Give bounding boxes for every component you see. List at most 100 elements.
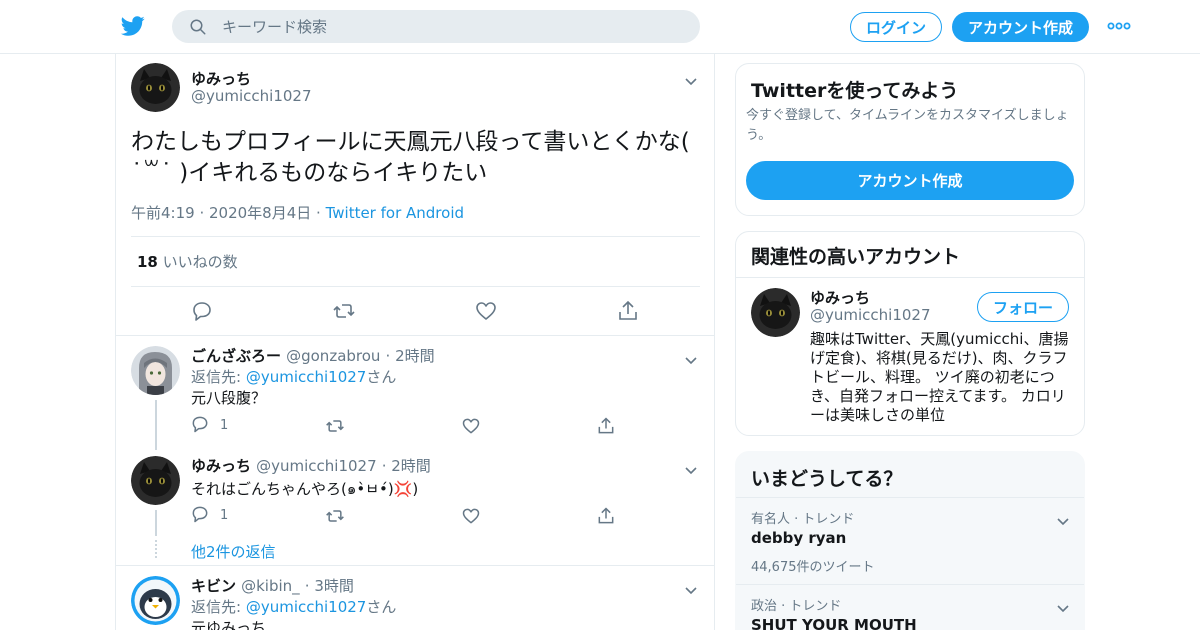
account-bio: 趣味はTwitter、天鳳(yumicchi、唐揚げ定食)、将棋(見るだけ)、肉…: [810, 330, 1069, 424]
reply-author-name[interactable]: キビン: [191, 577, 236, 595]
author-handle[interactable]: @yumicchi1027: [191, 87, 312, 105]
reply-header: ごんざぶろー @gonzabrou · 2時間: [191, 345, 435, 366]
card-subtitle: 今すぐ登録して、タイムラインをカスタマイズしましょう。: [746, 108, 1069, 143]
like-heart-icon[interactable]: [461, 506, 481, 526]
replying-to-handle[interactable]: @yumicchi1027: [246, 368, 367, 386]
signup-button[interactable]: アカウント作成: [952, 12, 1089, 42]
likes-count: 18: [137, 253, 158, 271]
divider: [131, 286, 700, 287]
replying-to-handle[interactable]: @yumicchi1027: [246, 598, 367, 616]
tweet-text: わたしもプロフィールに天鳳元八段って書いとくかな( ˙꒳˙ )イキれるものならイ…: [131, 129, 690, 186]
trends-card: いまどうしてる？ 有名人 · トレンド debby ryan 44,675件のツ…: [735, 451, 1085, 630]
tweet-time[interactable]: 午前4:19: [131, 204, 195, 222]
avatar[interactable]: [131, 456, 180, 505]
share-icon[interactable]: [616, 299, 640, 323]
like-heart-icon[interactable]: [474, 299, 498, 323]
reply-author-handle[interactable]: @yumicchi1027: [256, 457, 377, 475]
more-options-icon[interactable]: [1106, 16, 1132, 36]
share-icon[interactable]: [596, 416, 616, 436]
author-name[interactable]: ゆみっち: [191, 68, 251, 89]
reply-author-handle[interactable]: @gonzabrou: [286, 347, 380, 365]
retweet-icon[interactable]: [332, 299, 356, 323]
trend-item[interactable]: 有名人 · トレンド debby ryan 44,675件のツイート: [736, 498, 1084, 584]
trend-name: debby ryan: [751, 529, 847, 547]
search-box[interactable]: [172, 10, 700, 43]
thread-dots: [155, 540, 157, 558]
like-heart-icon[interactable]: [461, 416, 481, 436]
chevron-down-icon[interactable]: [684, 72, 698, 86]
search-input[interactable]: [222, 10, 682, 43]
replying-to-suffix: さん: [366, 598, 397, 616]
tweet-source-link[interactable]: Twitter for Android: [326, 204, 464, 222]
likes-label: いいねの数: [162, 253, 238, 271]
main-column: ゆみっち @yumicchi1027 わたしもプロフィールに天鳳元八段って書いと…: [115, 54, 715, 630]
reply-time[interactable]: 2時間: [391, 457, 431, 475]
avatar[interactable]: [131, 576, 180, 625]
signup-promo-card: Twitterを使ってみよう 今すぐ登録して、タイムラインをカスタマイズしましょ…: [735, 63, 1085, 216]
reply-icon[interactable]: [190, 504, 210, 524]
reply-text: それはごんちゃんやろ(๑•̀ㅂ•́)💢): [191, 480, 419, 498]
meta-separator: ·: [311, 204, 326, 222]
likes-stat[interactable]: 18 いいねの数: [137, 251, 238, 272]
card-title: いまどうしてる？: [751, 468, 903, 490]
replying-to-prefix: 返信先:: [191, 598, 246, 616]
trend-name: SHUT YOUR MOUTH: [751, 616, 917, 630]
search-icon: [189, 18, 207, 36]
reply-author-handle[interactable]: @kibin_: [241, 577, 300, 595]
tweet-separator: [116, 565, 714, 566]
login-button[interactable]: ログイン: [850, 12, 942, 42]
trend-tweet-count: 44,675件のツイート: [751, 560, 875, 575]
meta-separator: ·: [194, 204, 209, 222]
reply-time[interactable]: 3時間: [314, 577, 354, 595]
trend-context: 有名人 · トレンド: [751, 512, 855, 527]
tweet-date[interactable]: 2020年8月4日: [209, 204, 311, 222]
meta-separator: ·: [381, 457, 392, 475]
meta-separator: ·: [304, 577, 315, 595]
share-icon[interactable]: [596, 506, 616, 526]
replying-to: 返信先: @yumicchi1027さん: [191, 596, 396, 617]
reply-author-name[interactable]: ごんざぶろー: [191, 347, 281, 365]
account-handle[interactable]: @yumicchi1027: [810, 306, 931, 324]
chevron-down-icon[interactable]: [1056, 599, 1070, 613]
account-name[interactable]: ゆみっち: [810, 287, 870, 308]
reply-text: 元ゆみっち: [191, 619, 267, 630]
signup-button[interactable]: アカウント作成: [746, 161, 1074, 200]
show-more-replies-link[interactable]: 他2件の返信: [191, 541, 276, 562]
card-title: Twitterを使ってみよう: [751, 80, 959, 102]
avatar[interactable]: [131, 63, 180, 112]
meta-separator: ·: [385, 347, 396, 365]
tweet-meta: 午前4:19 · 2020年8月4日 · Twitter for Android: [131, 202, 464, 223]
follow-button[interactable]: フォロー: [977, 292, 1069, 322]
reply-time[interactable]: 2時間: [395, 347, 435, 365]
chevron-down-icon[interactable]: [684, 461, 698, 475]
replying-to: 返信先: @yumicchi1027さん: [191, 366, 396, 387]
reply-header: キビン @kibin_ · 3時間: [191, 575, 354, 596]
retweet-icon[interactable]: [325, 506, 345, 526]
chevron-down-icon[interactable]: [1056, 512, 1070, 526]
reply-header: ゆみっち @yumicchi1027 · 2時間: [191, 455, 431, 476]
twitter-bird-logo-icon[interactable]: [120, 14, 146, 38]
tweet-separator: [116, 335, 714, 336]
trend-item[interactable]: 政治 · トレンド SHUT YOUR MOUTH: [736, 585, 1084, 630]
trend-context: 政治 · トレンド: [751, 599, 842, 614]
related-accounts-card: 関連性の高いアカウント ゆみっち @yumicchi1027 フォロー 趣味はT…: [735, 231, 1085, 436]
reply-count: 1: [220, 418, 229, 433]
thread-line: [155, 400, 157, 450]
replying-to-prefix: 返信先:: [191, 368, 246, 386]
avatar[interactable]: [751, 288, 800, 337]
chevron-down-icon[interactable]: [684, 351, 698, 365]
reply-icon[interactable]: [190, 414, 210, 434]
retweet-icon[interactable]: [325, 416, 345, 436]
avatar[interactable]: [131, 346, 180, 395]
thread-line: [155, 510, 157, 536]
reply-text: 元八段腹？: [191, 389, 267, 407]
reply-count: 1: [220, 508, 229, 523]
replying-to-suffix: さん: [366, 368, 397, 386]
reply-icon[interactable]: [190, 299, 214, 323]
reply-author-name[interactable]: ゆみっち: [191, 457, 251, 475]
chevron-down-icon[interactable]: [684, 581, 698, 595]
divider: [131, 236, 700, 237]
card-title: 関連性の高いアカウント: [751, 246, 961, 268]
top-header: ログイン アカウント作成: [0, 0, 1200, 54]
related-account[interactable]: ゆみっち @yumicchi1027 フォロー 趣味はTwitter、天鳳(yu…: [736, 278, 1084, 435]
